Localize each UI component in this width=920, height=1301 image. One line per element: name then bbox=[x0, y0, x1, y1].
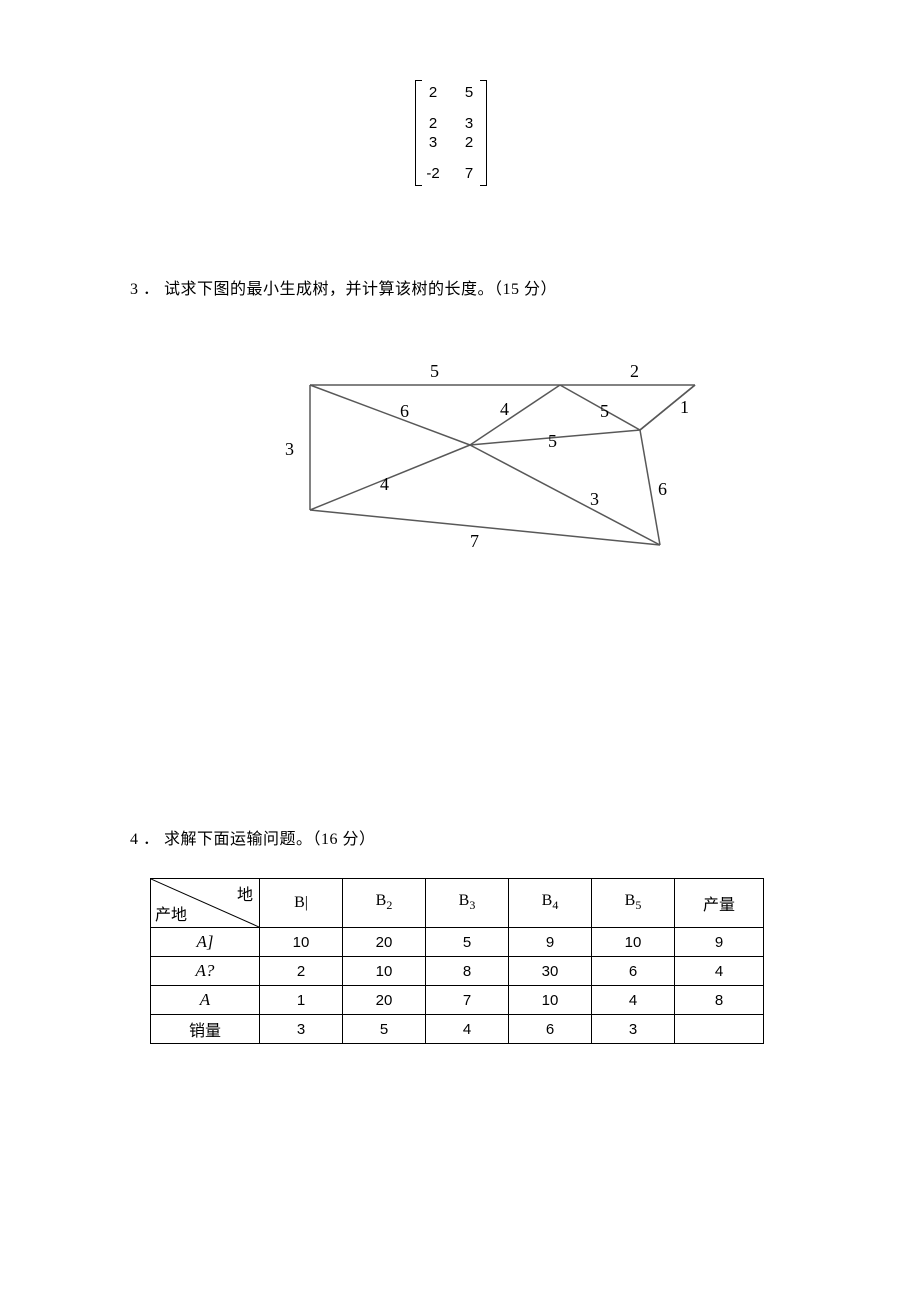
cell: 10 bbox=[343, 957, 426, 986]
row-label-a2: A? bbox=[151, 957, 260, 986]
edge-label: 3 bbox=[285, 439, 294, 459]
matrix-cell: 2 bbox=[426, 84, 440, 101]
edge-label: 4 bbox=[500, 399, 509, 419]
edge-label: 6 bbox=[400, 401, 409, 421]
cell: 7 bbox=[426, 986, 509, 1015]
cell: 6 bbox=[592, 957, 675, 986]
q4-text: 求解下面运输问题。（16 分） bbox=[164, 831, 376, 848]
cell: 20 bbox=[343, 986, 426, 1015]
transport-table: 地 产地 B| B2 B3 B4 B5 产量 A] 10 20 5 9 10 9… bbox=[150, 878, 764, 1044]
graph-diagram: 5 2 1 5 5 6 4 3 4 3 6 7 bbox=[260, 355, 710, 575]
row-label-demand: 销量 bbox=[151, 1015, 260, 1044]
matrix-body: 2 5 2 3 3 2 -2 7 bbox=[424, 80, 478, 186]
cell: 3 bbox=[260, 1015, 343, 1044]
cell: 5 bbox=[343, 1015, 426, 1044]
table-corner: 地 产地 bbox=[151, 879, 260, 928]
cell: 1 bbox=[260, 986, 343, 1015]
cell: 10 bbox=[592, 928, 675, 957]
cell: 4 bbox=[426, 1015, 509, 1044]
matrix-cell: 5 bbox=[462, 84, 476, 101]
col-header-b4: B4 bbox=[509, 879, 592, 928]
matrix-cell: 2 bbox=[426, 115, 440, 132]
matrix-cell: 3 bbox=[426, 134, 440, 151]
corner-bottom-label: 产地 bbox=[155, 901, 187, 925]
q3-number: 3 bbox=[130, 281, 139, 298]
matrix: 2 5 2 3 3 2 -2 7 bbox=[415, 80, 487, 186]
cell: 9 bbox=[509, 928, 592, 957]
cell: 6 bbox=[509, 1015, 592, 1044]
table-row: A? 2 10 8 30 6 4 bbox=[151, 957, 764, 986]
col-header-b3: B3 bbox=[426, 879, 509, 928]
matrix-right-bracket bbox=[480, 80, 487, 186]
q4-number: 4 bbox=[130, 831, 139, 848]
cell: 8 bbox=[426, 957, 509, 986]
q4-sep: ． bbox=[143, 831, 160, 848]
table-row: 销量 3 5 4 6 3 bbox=[151, 1015, 764, 1044]
corner-top-label: 地 bbox=[237, 881, 253, 905]
matrix-cell: -2 bbox=[426, 165, 440, 182]
col-header-b1: B| bbox=[260, 879, 343, 928]
cell: 2 bbox=[260, 957, 343, 986]
cell bbox=[675, 1015, 764, 1044]
cell: 4 bbox=[675, 957, 764, 986]
cell: 5 bbox=[426, 928, 509, 957]
matrix-left-bracket bbox=[415, 80, 422, 186]
edge-label: 5 bbox=[430, 361, 439, 381]
edge-label: 6 bbox=[658, 479, 667, 499]
table-row: A 1 20 7 10 4 8 bbox=[151, 986, 764, 1015]
edge-label: 5 bbox=[548, 431, 557, 451]
question-4: 4 ． 求解下面运输问题。（16 分） bbox=[130, 825, 376, 849]
matrix-cell: 2 bbox=[462, 134, 476, 151]
edge-label: 7 bbox=[470, 531, 479, 551]
matrix-cell: 7 bbox=[462, 165, 476, 182]
cell: 9 bbox=[675, 928, 764, 957]
cell: 10 bbox=[509, 986, 592, 1015]
edge-label: 4 bbox=[380, 474, 389, 494]
cell: 20 bbox=[343, 928, 426, 957]
cell: 3 bbox=[592, 1015, 675, 1044]
cell: 8 bbox=[675, 986, 764, 1015]
cell: 30 bbox=[509, 957, 592, 986]
edge-label: 5 bbox=[600, 401, 609, 421]
cell: 4 bbox=[592, 986, 675, 1015]
q3-sep: ． bbox=[143, 281, 160, 298]
edge-label: 1 bbox=[680, 397, 689, 417]
col-header-b5: B5 bbox=[592, 879, 675, 928]
edge-label: 2 bbox=[630, 361, 639, 381]
row-label-a3: A bbox=[151, 986, 260, 1015]
edge-label: 3 bbox=[590, 489, 599, 509]
row-label-a1: A] bbox=[151, 928, 260, 957]
q3-text: 试求下图的最小生成树，并计算该树的长度。（15 分） bbox=[164, 281, 557, 298]
col-header-b2: B2 bbox=[343, 879, 426, 928]
col-header-supply: 产量 bbox=[675, 879, 764, 928]
table-row: A] 10 20 5 9 10 9 bbox=[151, 928, 764, 957]
matrix-cell: 3 bbox=[462, 115, 476, 132]
question-3: 3 ． 试求下图的最小生成树，并计算该树的长度。（15 分） bbox=[130, 275, 557, 299]
cell: 10 bbox=[260, 928, 343, 957]
